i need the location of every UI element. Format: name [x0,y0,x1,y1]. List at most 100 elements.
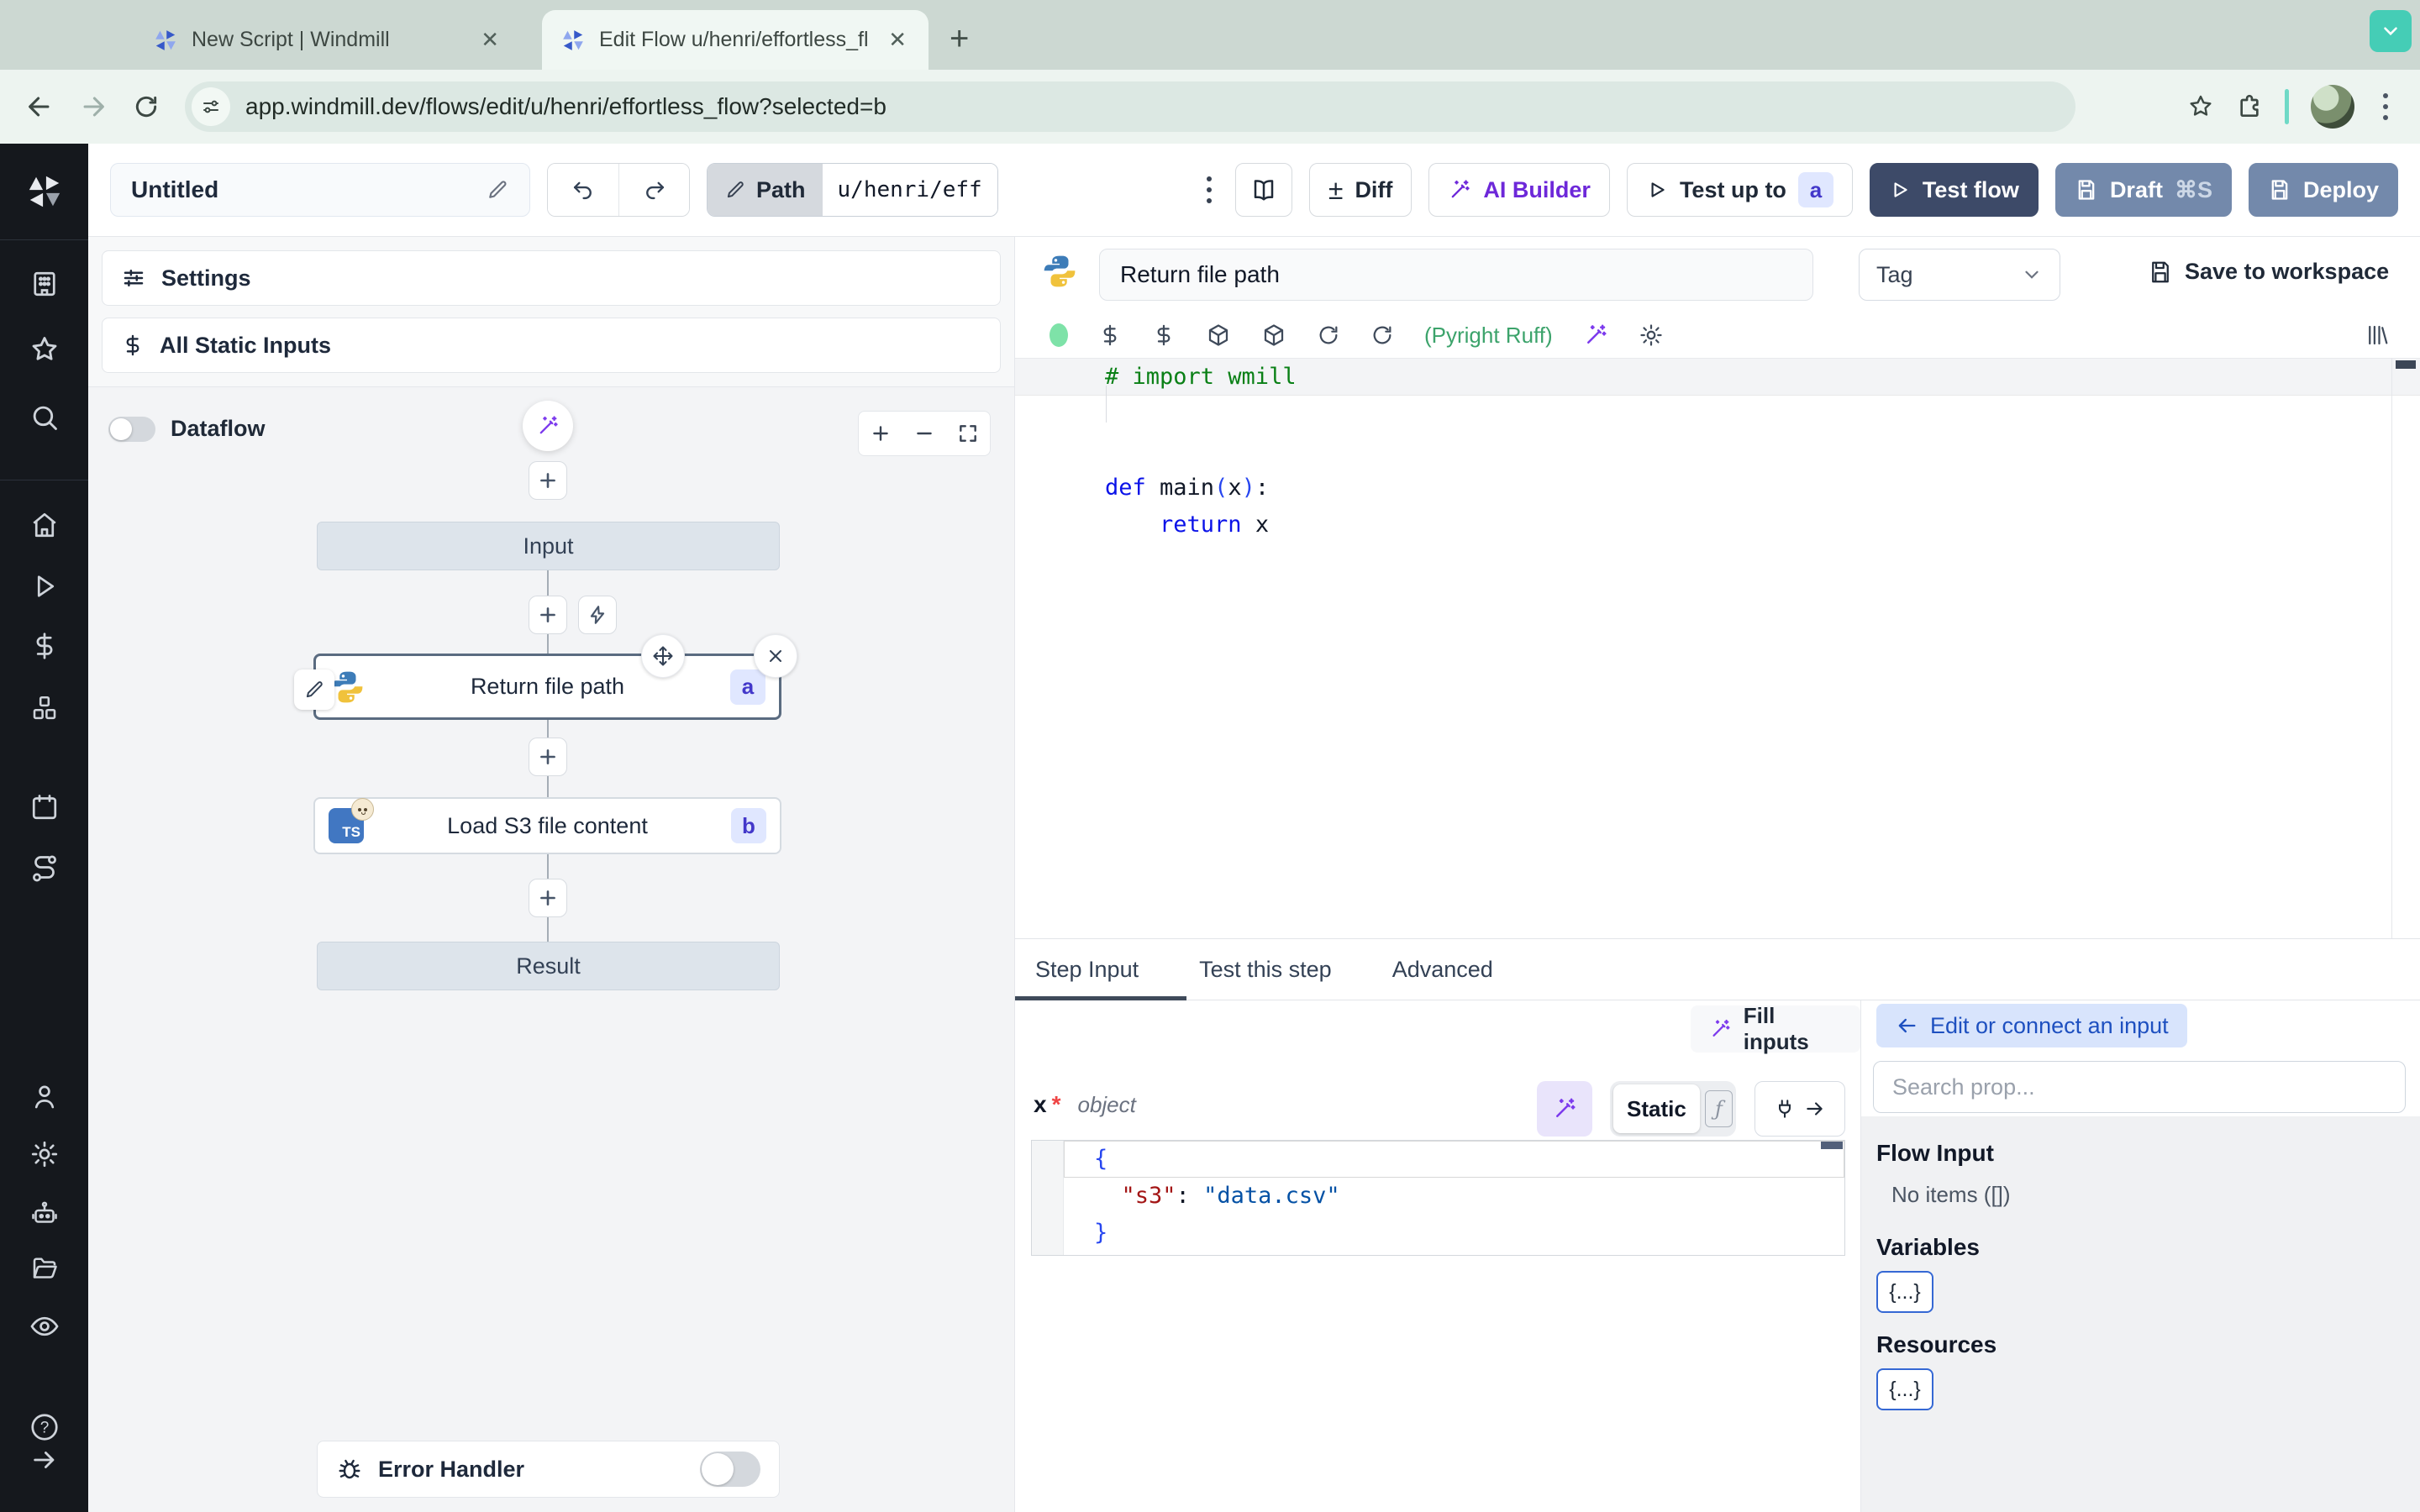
package-icon[interactable] [1206,323,1231,348]
resources-boxes-icon[interactable] [29,693,60,723]
forward-button[interactable] [79,92,108,121]
connect-input-button[interactable] [1754,1081,1845,1137]
extensions-icon[interactable] [2236,93,2263,120]
back-button[interactable] [25,92,54,121]
diff-button[interactable]: ± Diff [1308,163,1413,217]
path-group[interactable]: Path u/henri/eff [707,163,998,217]
profile-avatar[interactable] [2311,85,2354,129]
json-input-editor[interactable]: { "s3": "data.csv"} [1031,1140,1845,1256]
tag-select[interactable]: Tag [1859,249,2060,301]
result-node[interactable]: Result [317,942,780,990]
redo-button[interactable] [618,164,689,216]
error-handler-toggle[interactable] [700,1452,760,1487]
error-handler-row[interactable]: Error Handler [317,1441,780,1498]
all-static-inputs-row[interactable]: All Static Inputs [102,318,1001,373]
help-icon[interactable]: ? [29,1411,60,1443]
browser-tab-inactive[interactable]: New Script | Windmill ✕ [134,10,521,70]
fill-inputs-button[interactable]: Fill inputs [1691,1003,1860,1054]
tab-step-input[interactable]: Step Input [1015,957,1169,983]
save-to-workspace-button[interactable]: Save to workspace [2148,259,2389,285]
edit-step-icon[interactable] [294,669,334,710]
variables-dollar-icon[interactable] [29,631,60,661]
static-option[interactable]: Static [1613,1084,1700,1133]
edit-pencil-icon[interactable] [486,178,509,202]
reload-icon[interactable] [1370,323,1394,347]
browser-menu-icon[interactable] [2376,93,2395,120]
search-icon[interactable] [29,402,60,433]
function-option[interactable]: ƒ [1704,1090,1733,1127]
undo-button[interactable] [548,164,618,216]
tab-close-icon[interactable]: ✕ [885,27,910,53]
connect-input-section: Edit or connect an input Flow Input No i… [1860,1000,2420,1512]
routes-icon[interactable] [29,853,60,884]
tab-close-icon[interactable]: ✕ [477,27,502,53]
package-icon[interactable] [1261,323,1286,348]
reload-icon[interactable] [1317,323,1340,347]
code-editor[interactable]: # import wmill def main(x): return x [1015,358,2420,938]
editor-scrollbar[interactable] [2391,358,2420,938]
draft-button[interactable]: Draft ⌘S [2054,163,2232,217]
fit-view-button[interactable] [946,423,990,444]
favorites-star-icon[interactable] [29,333,60,365]
variable-dollar-icon[interactable] [1098,323,1122,347]
browser-tab-active[interactable]: Edit Flow u/henri/effortless_fl ✕ [542,10,929,70]
edit-or-connect-pill[interactable]: Edit or connect an input [1876,1004,2187,1047]
tab-search-button[interactable] [2370,10,2412,52]
bookmark-star-icon[interactable] [2187,93,2214,120]
deploy-button[interactable]: Deploy [2248,163,2398,217]
windmill-favicon [155,29,176,50]
schedules-calendar-icon[interactable] [29,792,60,822]
magic-wand-icon[interactable] [1583,323,1608,348]
search-prop-input[interactable] [1873,1061,2406,1113]
zoom-in-button[interactable] [859,423,902,444]
tab-advanced[interactable]: Advanced [1362,957,1523,983]
move-step-icon[interactable] [641,634,685,678]
insert-step-button[interactable] [529,596,567,634]
settings-gear-icon[interactable] [29,1139,60,1169]
insert-step-button[interactable] [529,461,567,500]
runs-play-icon[interactable] [29,571,60,601]
dataflow-toggle[interactable] [108,416,155,442]
library-icon[interactable] [2365,323,2390,348]
flow-settings-row[interactable]: Settings [102,250,1001,306]
insert-step-button[interactable] [529,738,567,776]
step-node-a[interactable]: Return file path a [294,634,797,720]
ai-flow-button[interactable] [523,401,573,451]
ai-robot-icon[interactable] [29,1198,60,1228]
required-asterisk: * [1051,1091,1061,1117]
static-toggle[interactable]: Static ƒ [1610,1081,1736,1137]
path-value[interactable]: u/henri/eff [822,164,997,216]
audit-eye-icon[interactable] [29,1310,60,1342]
workspace-icon[interactable] [29,269,60,299]
site-info-icon[interactable] [192,87,230,126]
delete-step-icon[interactable] [754,634,797,678]
reload-button[interactable] [133,93,160,120]
step-node-b[interactable]: TS Load S3 file content b [313,797,781,854]
tab-test-this-step[interactable]: Test this step [1169,957,1362,983]
editor-settings-gear-icon[interactable] [1639,323,1664,348]
lint-status[interactable]: (Pyright Ruff) [1424,323,1553,349]
new-tab-button[interactable]: + [950,22,969,55]
ai-builder-button[interactable]: AI Builder [1428,163,1610,217]
variables-object-chip[interactable]: {...} [1876,1271,1933,1313]
input-node[interactable]: Input [317,522,780,570]
folders-icon[interactable] [29,1253,60,1284]
resource-dollar-icon[interactable] [1152,323,1176,347]
insert-step-button[interactable] [529,879,567,917]
ai-fill-button[interactable] [1537,1081,1592,1137]
docs-button[interactable] [1234,163,1292,217]
address-bar[interactable]: app.windmill.dev/flows/edit/u/henri/effo… [185,81,2075,132]
test-flow-button[interactable]: Test flow [1869,163,2039,217]
home-icon[interactable] [29,510,60,540]
flow-title-box[interactable]: Untitled [110,163,530,217]
zoom-out-button[interactable] [902,423,946,444]
windmill-logo[interactable] [25,172,64,211]
resources-object-chip[interactable]: {...} [1876,1368,1933,1410]
more-options-icon[interactable] [1200,176,1218,203]
expand-arrow-icon[interactable] [30,1446,59,1474]
test-up-to-button[interactable]: Test up to a [1626,163,1853,217]
step-name-input[interactable] [1099,249,1813,301]
flow-graph[interactable]: Dataflow Input Return file path a TS Loa… [88,386,1014,1512]
insert-trigger-button[interactable] [578,596,617,634]
users-person-icon[interactable] [29,1082,60,1112]
